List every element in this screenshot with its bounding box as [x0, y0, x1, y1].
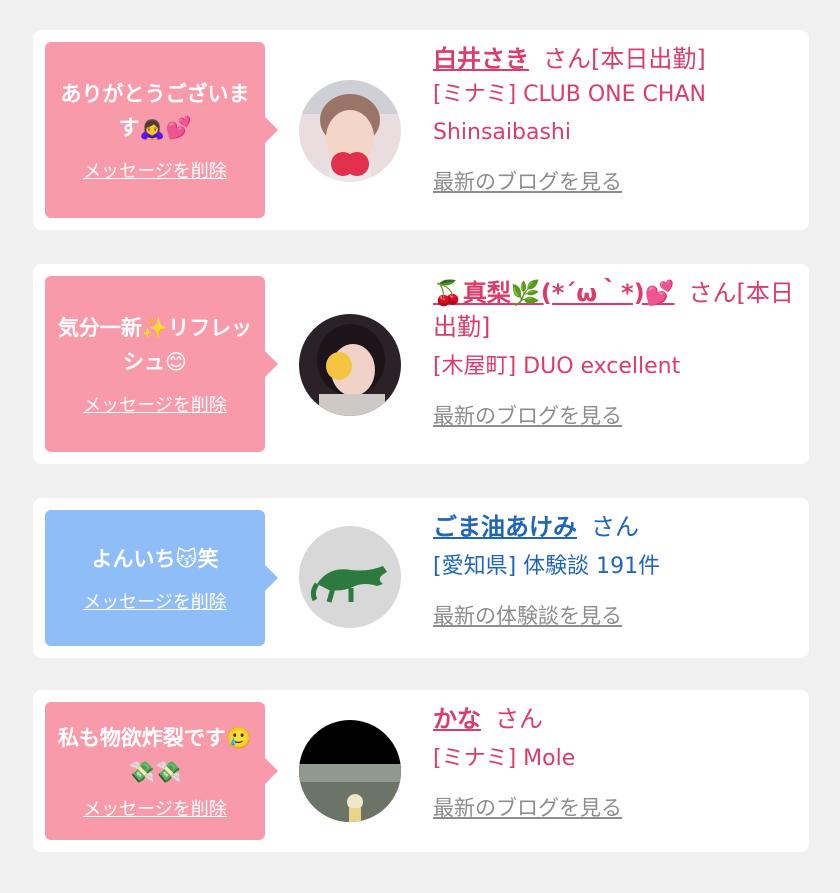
member-name-link[interactable]: 白井さき	[433, 45, 529, 73]
message-bubble: ありがとうございます🙇‍♀️💕 メッセージを削除	[45, 42, 278, 218]
avatar-photo-icon	[299, 720, 401, 822]
member-info: ごま油あけみ さん [愛知県] 体験談 191件 最新の体験談を見る	[433, 510, 795, 630]
member-info: かな さん [ミナミ] Mole 最新のブログを見る	[433, 702, 795, 822]
message-list: ありがとうございます🙇‍♀️💕 メッセージを削除 白井さき さん[本日出勤] [ミ…	[0, 0, 840, 893]
shop-info: [愛知県] 体験談 191件	[433, 554, 661, 579]
avatar[interactable]	[299, 720, 401, 822]
name-line: ごま油あけみ さん	[433, 510, 795, 544]
member-name-link[interactable]: かな	[433, 705, 481, 733]
shop-info: [木屋町] DUO excellent	[433, 354, 681, 379]
delete-message-link[interactable]: メッセージを削除	[83, 157, 227, 183]
message-bubble: 気分一新✨リフレッシュ😊 メッセージを削除	[45, 276, 278, 452]
latest-blog-link[interactable]: 最新のブログを見る	[433, 166, 622, 196]
latest-review-link[interactable]: 最新の体験談を見る	[433, 600, 622, 630]
avatar-photo-icon	[299, 314, 401, 416]
delete-message-link[interactable]: メッセージを削除	[83, 795, 227, 821]
avatar[interactable]	[299, 80, 401, 182]
honorific: さん	[495, 705, 543, 733]
message-card: ありがとうございます🙇‍♀️💕 メッセージを削除 白井さき さん[本日出勤] [ミ…	[33, 30, 809, 230]
shop-info: [ミナミ] CLUB ONE CHAN Shinsaibashi	[433, 82, 706, 145]
message-text: 気分一新✨リフレッシュ😊	[57, 316, 253, 374]
message-card: よんいち😽笑 メッセージを削除 ごま油あけみ さん [愛知県] 体験談 191件 …	[33, 498, 809, 658]
avatar-photo-icon	[299, 80, 401, 182]
member-name-link[interactable]: ごま油あけみ	[433, 513, 577, 541]
name-line: 白井さき さん[本日出勤]	[433, 42, 795, 76]
delete-message-link[interactable]: メッセージを削除	[83, 391, 227, 417]
message-text: よんいち😽笑	[91, 547, 219, 571]
message-text: 私も物欲炸裂です🥲💸💸	[57, 726, 253, 784]
crocodile-avatar-icon	[299, 526, 401, 628]
message-bubble: 私も物欲炸裂です🥲💸💸 メッセージを削除	[45, 702, 278, 840]
honorific: さん	[591, 513, 639, 541]
delete-message-link[interactable]: メッセージを削除	[83, 588, 227, 614]
message-card: 気分一新✨リフレッシュ😊 メッセージを削除 🍒真梨🌿(*´ω｀*)💕 さん[本日出…	[33, 264, 809, 464]
name-line: かな さん	[433, 702, 795, 736]
message-text: ありがとうございます🙇‍♀️💕	[60, 82, 250, 140]
latest-blog-link[interactable]: 最新のブログを見る	[433, 792, 622, 822]
message-card: 私も物欲炸裂です🥲💸💸 メッセージを削除 かな さん [ミナミ] Mole 最新の…	[33, 690, 809, 852]
member-name-link[interactable]: 🍒真梨🌿(*´ω｀*)💕	[433, 279, 675, 307]
shop-info: [ミナミ] Mole	[433, 746, 576, 771]
honorific: さん[本日出勤]	[543, 45, 706, 73]
member-info: 🍒真梨🌿(*´ω｀*)💕 さん[本日出勤] [木屋町] DUO excellent…	[433, 276, 795, 430]
avatar[interactable]	[299, 314, 401, 416]
message-bubble: よんいち😽笑 メッセージを削除	[45, 510, 278, 646]
avatar[interactable]	[299, 526, 401, 628]
member-info: 白井さき さん[本日出勤] [ミナミ] CLUB ONE CHAN Shinsai…	[433, 42, 795, 196]
latest-blog-link[interactable]: 最新のブログを見る	[433, 400, 622, 430]
name-line: 🍒真梨🌿(*´ω｀*)💕 さん[本日出勤]	[433, 276, 795, 344]
